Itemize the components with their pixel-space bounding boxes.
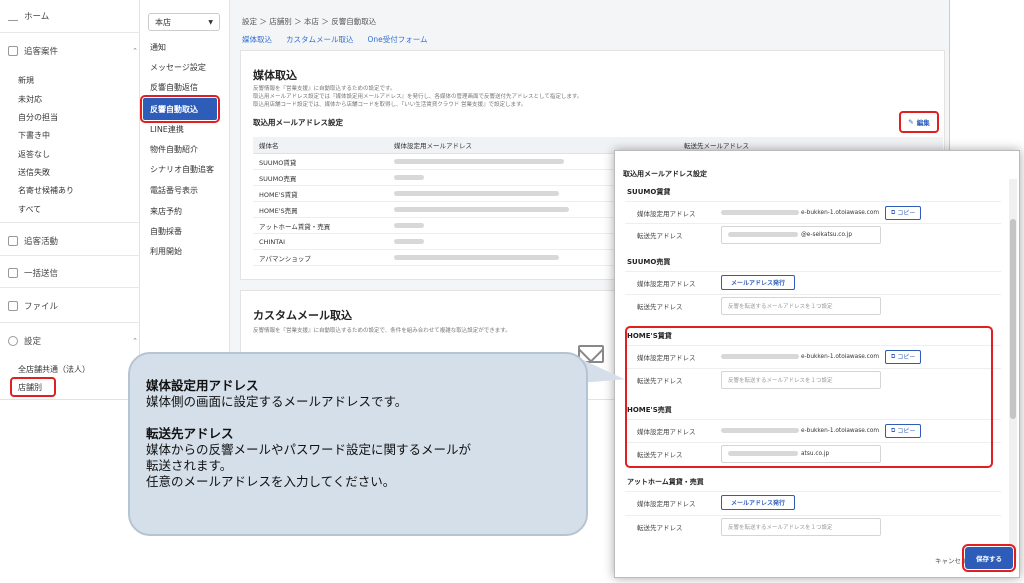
sidebar: ホーム 追客案件 ⌃ 新規 未対応 自分の担当 下書き中 返答なし 送信失敗 名… — [0, 0, 140, 400]
store-select[interactable]: 本店 ▼ — [148, 13, 220, 31]
sidebar-item-draft[interactable]: 下書き中 — [18, 130, 158, 141]
sidebar-item-new[interactable]: 新規 — [18, 75, 158, 86]
homes-highlight-box — [625, 326, 993, 468]
subnav-item-numbering[interactable]: 自動採番 — [150, 226, 182, 237]
home-icon — [8, 11, 18, 21]
callout-heading-forward: 転送先アドレス — [146, 426, 234, 441]
row-media-address: 媒体設定用アドレス e-bukken-1.otoiawase.com ⧉ コピー — [625, 201, 1001, 223]
sidebar-bulk-send[interactable]: 一括送信 — [8, 267, 148, 279]
sidebar-item-all[interactable]: すべて — [18, 204, 158, 215]
callout-heading-media: 媒体設定用アドレス — [146, 378, 259, 393]
subnav-item-autoreply[interactable]: 反響自動返信 — [150, 82, 198, 93]
section-suumo-sale: SUUMO売買 — [627, 258, 671, 266]
screen: ホーム 追客案件 ⌃ 新規 未対応 自分の担当 下書き中 返答なし 送信失敗 名… — [0, 0, 1024, 583]
inbox-icon — [8, 46, 18, 56]
subnav-item-autoimport[interactable]: 反響自動取込 — [140, 95, 220, 123]
section-athome: アットホーム賃貸・売買 — [627, 478, 704, 486]
settings-subnav: 本店 ▼ 通知 メッセージ設定 反響自動返信 反響自動取込 LINE連携 物件自… — [140, 0, 230, 400]
sidebar-item-dedupe[interactable]: 名寄せ候補あり — [18, 185, 158, 196]
explanation-callout: 媒体設定用アドレス 媒体側の画面に設定するメールアドレスです。 転送先アドレス … — [128, 352, 588, 536]
row-forward-address: 転送先アドレス 反響を転送するメールアドレスを１つ設定 — [625, 294, 1001, 316]
subnav-item-scenario[interactable]: シナリオ自動追客 — [150, 164, 214, 175]
subnav-item-line[interactable]: LINE連携 — [150, 124, 184, 135]
callout-text-media: 媒体側の画面に設定するメールアドレスです。 — [146, 394, 408, 409]
tab-one-form[interactable]: One受付フォーム — [368, 34, 428, 45]
sidebar-item-failed[interactable]: 送信失敗 — [18, 167, 158, 178]
subnav-item-property[interactable]: 物件自動紹介 — [150, 144, 198, 155]
callout-text-forward-2: 転送されます。 — [146, 458, 233, 473]
modal-title: 取込用メールアドレス設定 — [623, 170, 707, 178]
sidebar-home[interactable]: ホーム — [8, 10, 148, 22]
mail-settings-modal: 取込用メールアドレス設定 SUUMO賃貸 媒体設定用アドレス e-bukken-… — [614, 150, 1020, 578]
chevron-up-icon: ⌃ — [132, 47, 138, 55]
activity-icon — [8, 236, 18, 246]
row-media-address: 媒体設定用アドレス メールアドレス発行 — [625, 271, 1001, 293]
row-forward-address: 転送先アドレス 反響を転送するメールアドレスを１つ設定 — [625, 515, 1001, 537]
copy-button[interactable]: ⧉ コピー — [885, 205, 922, 220]
sidebar-tracking[interactable]: 追客案件 ⌃ — [8, 45, 148, 57]
forward-address-input[interactable]: 反響を転送するメールアドレスを１つ設定 — [721, 517, 881, 536]
sidebar-item-mine[interactable]: 自分の担当 — [18, 112, 158, 123]
callout-text-forward-3: 任意のメールアドレスを入力してください。 — [146, 474, 396, 489]
caret-down-icon: ▼ — [208, 18, 213, 26]
section-suumo-rent: SUUMO賃貸 — [627, 188, 671, 196]
issue-address-button[interactable]: メールアドレス発行 — [721, 495, 796, 510]
panel-title: 媒体取込 — [253, 69, 297, 82]
breadcrumb: 設定 ＞ 店舗別 ＞ 本店 ＞ 反響自動取込 — [242, 17, 377, 26]
sidebar-activity[interactable]: 追客活動 — [8, 235, 148, 247]
forward-address-input[interactable]: @e-seikatsu.co.jp — [721, 225, 881, 244]
sidebar-item-unhandled[interactable]: 未対応 — [18, 94, 158, 105]
chevron-up-icon: ⌃ — [132, 337, 138, 345]
row-forward-address: 転送先アドレス @e-seikatsu.co.jp — [625, 223, 1001, 245]
cancel-button[interactable]: キャンセル — [935, 555, 968, 565]
subnav-item-phone[interactable]: 電話番号表示 — [150, 185, 198, 196]
subnav-item-message[interactable]: メッセージ設定 — [150, 62, 206, 73]
issue-address-button[interactable]: メールアドレス発行 — [721, 275, 796, 290]
subnav-item-reservation[interactable]: 来店予約 — [150, 206, 182, 217]
sidebar-item-noreply[interactable]: 返答なし — [18, 149, 158, 160]
section-subtitle: 取込用メールアドレス設定 — [253, 118, 343, 127]
row-media-address: 媒体設定用アドレス メールアドレス発行 — [625, 491, 1001, 513]
file-icon — [8, 301, 18, 311]
tab-bar: 媒体取込 カスタムメール取込 One受付フォーム — [242, 34, 428, 45]
subnav-item-notify[interactable]: 通知 — [150, 42, 166, 53]
tab-custom-mail[interactable]: カスタムメール取込 — [286, 34, 354, 45]
sidebar-settings[interactable]: 設定 ⌃ — [8, 335, 148, 347]
pencil-icon: ✎ — [908, 118, 914, 126]
copy-icon: ⧉ — [891, 208, 896, 216]
sidebar-item-per-store[interactable]: 店舗別 — [10, 377, 56, 397]
save-button[interactable]: 保存する — [962, 544, 1016, 572]
mail-icon — [8, 268, 18, 278]
callout-text-forward-1: 媒体からの反響メールやパスワード設定に関するメールが — [146, 442, 472, 457]
col-media: 媒体名 — [253, 137, 388, 154]
sidebar-files[interactable]: ファイル — [8, 300, 148, 312]
subnav-item-start[interactable]: 利用開始 — [150, 246, 182, 257]
modal-scrollbar[interactable] — [1009, 179, 1017, 559]
panel-title: カスタムメール取込 — [253, 309, 352, 322]
gear-icon — [8, 336, 18, 346]
forward-address-input[interactable]: 反響を転送するメールアドレスを１つ設定 — [721, 296, 881, 315]
panel-description: 反響情報を『営業支援』に自動取込するための設定です。 取込用メールアドレス設定で… — [253, 86, 583, 108]
tab-media-import[interactable]: 媒体取込 — [242, 34, 272, 45]
edit-button[interactable]: ✎ 編集 — [899, 111, 939, 133]
